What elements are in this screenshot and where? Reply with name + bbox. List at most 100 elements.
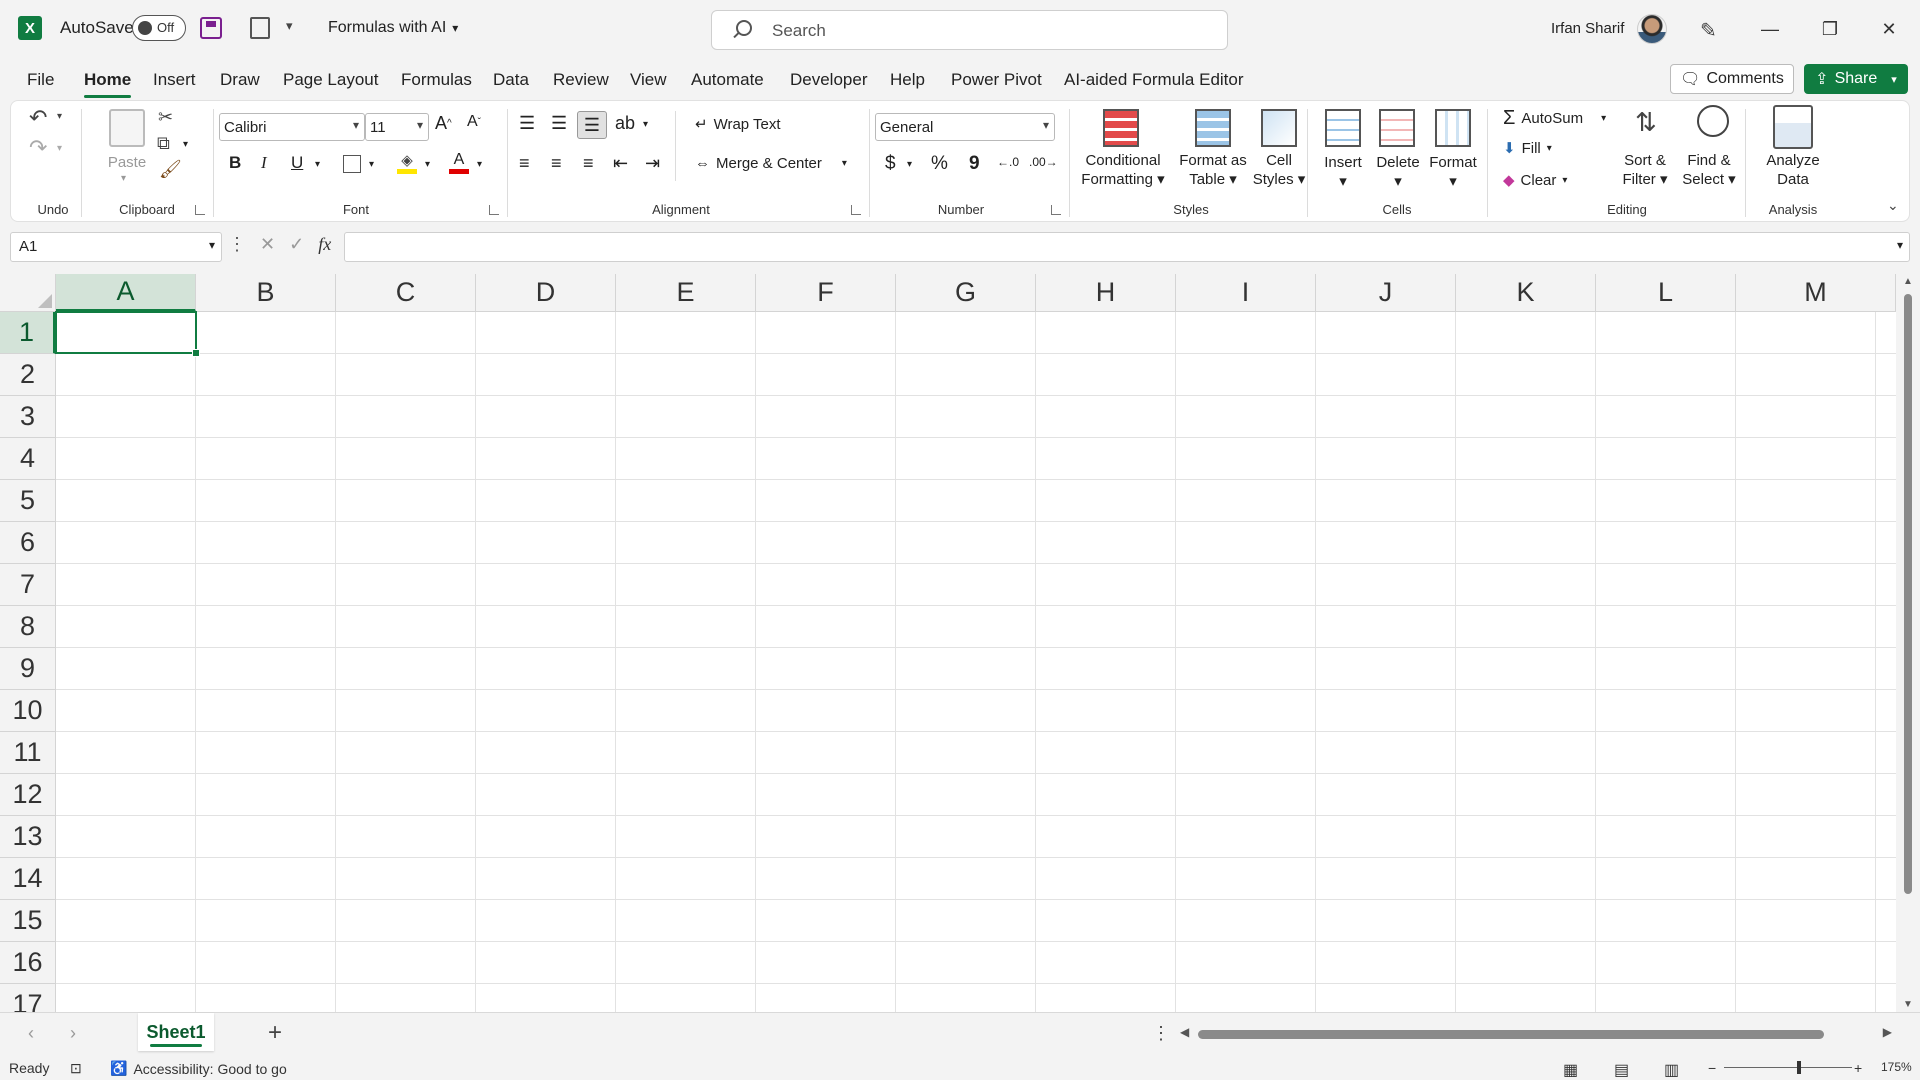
format-painter-icon[interactable]: 🖌 [159, 159, 182, 180]
number-launcher-icon[interactable] [1051, 205, 1061, 215]
clipboard-launcher-icon[interactable] [195, 205, 205, 215]
cancel-icon[interactable]: ✕ [260, 234, 275, 255]
copy-chevron-icon[interactable]: ▾ [183, 139, 188, 150]
formula-input[interactable]: ▾ [344, 232, 1910, 262]
name-box[interactable]: A1 ▾ [10, 232, 222, 262]
enter-check-icon[interactable]: ✓ [289, 234, 304, 255]
column-header-c[interactable]: C [336, 274, 476, 312]
tab-power-pivot[interactable]: Power Pivot [951, 70, 1042, 90]
delete-cells-icon[interactable] [1379, 109, 1415, 147]
font-color-icon[interactable]: A [449, 151, 469, 177]
insert-cells-icon[interactable] [1325, 109, 1361, 147]
insert-function-icon[interactable]: fx [318, 234, 331, 255]
top-align-icon[interactable]: ☰ [519, 113, 535, 134]
scroll-right-icon[interactable]: ▶ [1883, 1025, 1892, 1039]
column-header-i[interactable]: I [1176, 274, 1316, 312]
middle-align-icon[interactable]: ☰ [551, 113, 567, 134]
page-layout-view-icon[interactable]: ▤ [1614, 1060, 1629, 1080]
align-right-icon[interactable]: ≡ [583, 153, 594, 174]
font-name-dropdown[interactable]: Calibri ▾ [219, 113, 365, 141]
orientation-icon[interactable]: ab [615, 113, 635, 134]
row-header-13[interactable]: 13 [0, 816, 56, 858]
zoom-slider[interactable] [1724, 1067, 1852, 1068]
page-break-view-icon[interactable]: ▥ [1664, 1060, 1679, 1080]
restore-icon[interactable]: ❐ [1807, 12, 1853, 46]
tab-data[interactable]: Data [493, 70, 529, 90]
column-header-d[interactable]: D [476, 274, 616, 312]
zoom-in-icon[interactable]: + [1854, 1060, 1862, 1076]
row-header-14[interactable]: 14 [0, 858, 56, 900]
tab-ai-formula-editor[interactable]: AI-aided Formula Editor [1064, 70, 1244, 90]
align-left-icon[interactable]: ≡ [519, 153, 530, 174]
macro-record-icon[interactable]: ⊡ [70, 1060, 82, 1077]
format-cells-icon[interactable] [1435, 109, 1471, 147]
fill-button[interactable]: ⬇ Fill ▾ [1503, 139, 1552, 158]
font-size-dropdown[interactable]: 11 ▾ [365, 113, 429, 141]
increase-font-icon[interactable]: A ^ [435, 113, 452, 134]
customize-qat-chevron-icon[interactable]: ▾ [286, 18, 293, 34]
more-options-icon[interactable]: ⋮ [1152, 1023, 1170, 1044]
column-header-h[interactable]: H [1036, 274, 1176, 312]
row-header-8[interactable]: 8 [0, 606, 56, 648]
row-header-16[interactable]: 16 [0, 942, 56, 984]
add-sheet-button[interactable]: + [268, 1019, 282, 1047]
format-as-table-button[interactable]: Format as Table ▾ [1173, 151, 1253, 189]
redo-icon[interactable]: ↷ [29, 135, 47, 161]
tab-view[interactable]: View [630, 70, 667, 90]
avatar[interactable] [1637, 14, 1667, 44]
insert-cells-button[interactable]: Insert ▾ [1317, 153, 1369, 191]
column-header-a[interactable]: A [56, 274, 196, 312]
alignment-launcher-icon[interactable] [851, 205, 861, 215]
decrease-decimal-icon[interactable]: .00→ [1029, 155, 1058, 169]
cell-styles-icon[interactable] [1261, 109, 1297, 147]
cut-icon[interactable]: ✂ [158, 107, 173, 128]
tab-formulas[interactable]: Formulas [401, 70, 472, 90]
tab-review[interactable]: Review [553, 70, 609, 90]
user-name[interactable]: Irfan Sharif [1551, 20, 1624, 37]
number-format-dropdown[interactable]: General ▾ [875, 113, 1055, 141]
conditional-formatting-button[interactable]: Conditional Formatting ▾ [1075, 151, 1171, 189]
row-header-3[interactable]: 3 [0, 396, 56, 438]
delete-cells-button[interactable]: Delete ▾ [1371, 153, 1425, 191]
comments-button[interactable]: 🗨 Comments [1670, 64, 1794, 94]
analyze-data-icon[interactable] [1773, 105, 1813, 149]
worksheet-grid[interactable]: ABCDEFGHIJKLM 1 2 3 4 5 6 7 8 9 10 11 12 13 14 15 16 17 [0, 274, 1896, 1012]
font-color-chevron-icon[interactable]: ▾ [477, 159, 482, 170]
cell-styles-button[interactable]: Cell Styles ▾ [1247, 151, 1311, 189]
horizontal-scrollbar[interactable]: ◀ ▶ [1180, 1025, 1892, 1041]
close-icon[interactable]: ✕ [1866, 12, 1912, 46]
collapse-ribbon-chevron-icon[interactable]: ⌄ [1887, 197, 1899, 214]
currency-button[interactable]: $ [885, 153, 896, 175]
tab-developer[interactable]: Developer [790, 70, 868, 90]
vertical-scroll-thumb[interactable] [1904, 294, 1912, 894]
currency-chevron-icon[interactable]: ▾ [907, 159, 912, 170]
row-header-4[interactable]: 4 [0, 438, 56, 480]
clear-button[interactable]: ◆ Clear ▾ [1503, 171, 1567, 190]
fill-color-icon[interactable]: ◈ [397, 151, 417, 177]
borders-icon[interactable] [343, 155, 361, 173]
more-options-icon[interactable]: ⋮ [228, 234, 246, 255]
bold-button[interactable]: B [229, 153, 241, 173]
decrease-font-icon[interactable]: Aˇ [467, 113, 481, 131]
minimize-icon[interactable]: — [1747, 12, 1793, 46]
scroll-down-icon[interactable]: ▼ [1903, 999, 1913, 1010]
row-header-17[interactable]: 17 [0, 984, 56, 1012]
zoom-level[interactable]: 175% [1881, 1060, 1912, 1074]
scroll-up-icon[interactable]: ▲ [1903, 276, 1913, 287]
find-select-icon[interactable] [1697, 105, 1729, 137]
italic-button[interactable]: I [261, 153, 267, 173]
sort-filter-icon[interactable]: ⇅ [1635, 107, 1657, 138]
tab-insert[interactable]: Insert [153, 70, 196, 90]
underline-button[interactable]: U [291, 153, 303, 173]
column-header-b[interactable]: B [196, 274, 336, 312]
normal-view-icon[interactable]: ▦ [1563, 1060, 1578, 1080]
column-header-g[interactable]: G [896, 274, 1036, 312]
quick-access-icon[interactable] [250, 17, 270, 39]
row-header-5[interactable]: 5 [0, 480, 56, 522]
conditional-formatting-icon[interactable] [1103, 109, 1139, 147]
decrease-indent-icon[interactable]: ⇤ [613, 153, 628, 174]
tab-draw[interactable]: Draw [220, 70, 260, 90]
sort-filter-button[interactable]: Sort & Filter ▾ [1615, 151, 1675, 189]
tab-file[interactable]: File [27, 70, 54, 90]
expand-formula-chevron-icon[interactable]: ▾ [1897, 238, 1903, 252]
